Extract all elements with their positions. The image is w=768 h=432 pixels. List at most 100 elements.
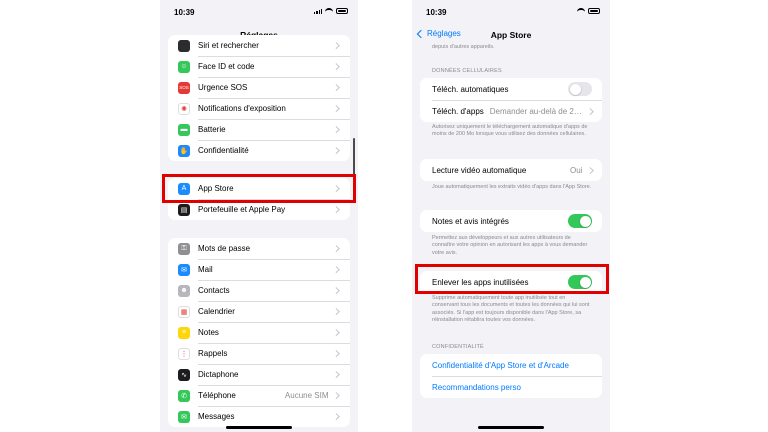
settings-item-label: Dictaphone bbox=[198, 370, 239, 379]
home-indicator[interactable] bbox=[226, 426, 292, 429]
settings-item-label: Portefeuille et Apple Pay bbox=[198, 205, 286, 214]
home-indicator[interactable] bbox=[478, 426, 544, 429]
settings-item-notifications-d-exposition[interactable]: ✺ Notifications d'exposition bbox=[168, 98, 350, 119]
apps-download-label: Téléch. d'apps bbox=[432, 106, 484, 116]
settings-item-contacts[interactable]: ☻ Contacts bbox=[168, 280, 350, 301]
auto-downloads-row: Téléch. automatiques bbox=[420, 78, 602, 100]
voice-memos-icon: ∿ bbox=[178, 368, 190, 381]
battery-status-icon bbox=[588, 8, 600, 14]
section-header-privacy: CONFIDENTIALITÉ bbox=[432, 344, 484, 350]
ratings-group: Notes et avis intégrés bbox=[420, 210, 602, 232]
chevron-right-icon bbox=[332, 329, 339, 336]
settings-item-label: Mots de passe bbox=[198, 244, 251, 253]
chevron-right-icon bbox=[332, 245, 339, 252]
chevron-right-icon bbox=[332, 413, 339, 420]
privacy-hand-icon: ✋ bbox=[178, 144, 190, 157]
section-header-cellular: DONNÉES CELLULAIRES bbox=[432, 68, 502, 74]
settings-item-label: Téléphone bbox=[198, 391, 236, 400]
privacy-group: Confidentialité d'App Store et d'Arcade … bbox=[420, 354, 602, 398]
sos-icon: SOS bbox=[178, 81, 190, 94]
auto-downloads-toggle[interactable] bbox=[568, 82, 592, 96]
notes-icon: ≡ bbox=[178, 326, 190, 339]
chevron-right-icon bbox=[332, 287, 339, 294]
ratings-label: Notes et avis intégrés bbox=[432, 216, 509, 226]
settings-item-batterie[interactable]: ▬ Batterie bbox=[168, 119, 350, 140]
settings-item-rappels[interactable]: ⋮ Rappels bbox=[168, 343, 350, 364]
settings-group-apps: ⚿ Mots de passe ✉ Mail ☻ Contacts ▦ Calendrier ≡… bbox=[168, 238, 350, 427]
ratings-toggle[interactable] bbox=[568, 214, 592, 228]
face-id-icon: ☺ bbox=[178, 60, 190, 73]
cellular-footer: Autorisez uniquement le téléchargement a… bbox=[432, 124, 588, 138]
siri-icon bbox=[178, 39, 190, 52]
settings-item-label: Messages bbox=[198, 412, 235, 421]
status-time: 10:39 bbox=[174, 8, 195, 17]
messages-icon: ✉ bbox=[178, 410, 190, 423]
wallet-icon: ▤ bbox=[178, 203, 190, 216]
privacy-link[interactable]: Confidentialité d'App Store et d'Arcade bbox=[420, 354, 602, 376]
settings-item-calendrier[interactable]: ▦ Calendrier bbox=[168, 301, 350, 322]
exposure-notifications-icon: ✺ bbox=[178, 102, 190, 115]
settings-item-messages[interactable]: ✉ Messages bbox=[168, 406, 350, 427]
nav-bar: Réglages App Store bbox=[412, 24, 610, 44]
contacts-icon: ☻ bbox=[178, 284, 190, 297]
chevron-right-icon bbox=[332, 84, 339, 91]
video-autoplay-value: Oui bbox=[570, 165, 583, 175]
apps-download-value: Demander au-delà de 2… bbox=[489, 106, 582, 116]
settings-item-siri-et-rechercher[interactable]: Siri et rechercher bbox=[168, 35, 350, 56]
calendar-icon: ▦ bbox=[178, 305, 190, 318]
settings-item-notes[interactable]: ≡ Notes bbox=[168, 322, 350, 343]
settings-item-label: Mail bbox=[198, 265, 213, 274]
page-title: App Store bbox=[490, 30, 532, 40]
chevron-right-icon bbox=[586, 107, 593, 115]
mail-icon: ✉ bbox=[178, 263, 190, 276]
section-footer-clipped: depuis d'autres appareils. bbox=[432, 44, 495, 50]
video-group: Lecture vidéo automatique Oui bbox=[420, 159, 602, 181]
settings-item-label: Siri et rechercher bbox=[198, 41, 259, 50]
highlight-app-store bbox=[162, 174, 356, 203]
reminders-icon: ⋮ bbox=[178, 347, 190, 360]
settings-item-dictaphone[interactable]: ∿ Dictaphone bbox=[168, 364, 350, 385]
settings-item-label: Face ID et code bbox=[198, 62, 255, 71]
chevron-right-icon bbox=[332, 392, 339, 399]
settings-item-label: Notes bbox=[198, 328, 219, 337]
chevron-right-icon bbox=[586, 166, 593, 174]
ratings-footer: Permettez aux développeurs et aux autres… bbox=[432, 235, 588, 256]
apps-download-row[interactable]: Téléch. d'apps Demander au-delà de 2… bbox=[420, 100, 602, 122]
chevron-right-icon bbox=[332, 266, 339, 273]
auto-downloads-label: Téléch. automatiques bbox=[432, 84, 509, 94]
status-bar: 10:39 bbox=[160, 0, 358, 24]
settings-group-system: Siri et rechercher ☺ Face ID et code SOS Urg… bbox=[168, 35, 350, 161]
settings-item-label: Notifications d'exposition bbox=[198, 104, 286, 113]
chevron-right-icon bbox=[332, 308, 339, 315]
app-store-settings-screen: 10:39 Réglages App Store depuis d'autres… bbox=[412, 0, 610, 432]
settings-item-label: Contacts bbox=[198, 286, 230, 295]
settings-item-label: Batterie bbox=[198, 125, 226, 134]
chevron-right-icon bbox=[332, 371, 339, 378]
ratings-row: Notes et avis intégrés bbox=[420, 210, 602, 232]
settings-item-confidentialite[interactable]: ✋ Confidentialité bbox=[168, 140, 350, 161]
chevron-right-icon bbox=[332, 63, 339, 70]
chevron-right-icon bbox=[332, 206, 339, 213]
settings-item-label: Rappels bbox=[198, 349, 228, 358]
status-bar: 10:39 bbox=[412, 0, 610, 24]
chevron-right-icon bbox=[332, 126, 339, 133]
settings-item-label: Urgence SOS bbox=[198, 83, 248, 92]
settings-screen: 10:39 Réglages Siri et rechercher☺Face I… bbox=[160, 0, 358, 432]
status-time: 10:39 bbox=[426, 8, 447, 17]
settings-item-value: Aucune SIM bbox=[284, 391, 329, 400]
settings-item-mail[interactable]: ✉ Mail bbox=[168, 259, 350, 280]
video-footer: Joue automatiquement les extraits vidéo … bbox=[432, 184, 592, 190]
settings-item-urgence-sos[interactable]: SOS Urgence SOS bbox=[168, 77, 350, 98]
wifi-icon bbox=[577, 8, 585, 14]
battery-status-icon bbox=[336, 8, 348, 14]
cellular-signal-icon bbox=[314, 8, 322, 14]
chevron-right-icon bbox=[332, 42, 339, 49]
phone-icon: ✆ bbox=[178, 389, 190, 402]
settings-item-telephone[interactable]: ✆ Téléphone Aucune SIM bbox=[168, 385, 350, 406]
recommendations-link[interactable]: Recommandations perso bbox=[420, 376, 602, 398]
key-icon: ⚿ bbox=[178, 242, 190, 255]
settings-item-face-id-et-code[interactable]: ☺ Face ID et code bbox=[168, 56, 350, 77]
cellular-group: Téléch. automatiques Téléch. d'apps Dema… bbox=[420, 78, 602, 122]
settings-item-mots-de-passe[interactable]: ⚿ Mots de passe bbox=[168, 238, 350, 259]
video-autoplay-row[interactable]: Lecture vidéo automatique Oui bbox=[420, 159, 602, 181]
